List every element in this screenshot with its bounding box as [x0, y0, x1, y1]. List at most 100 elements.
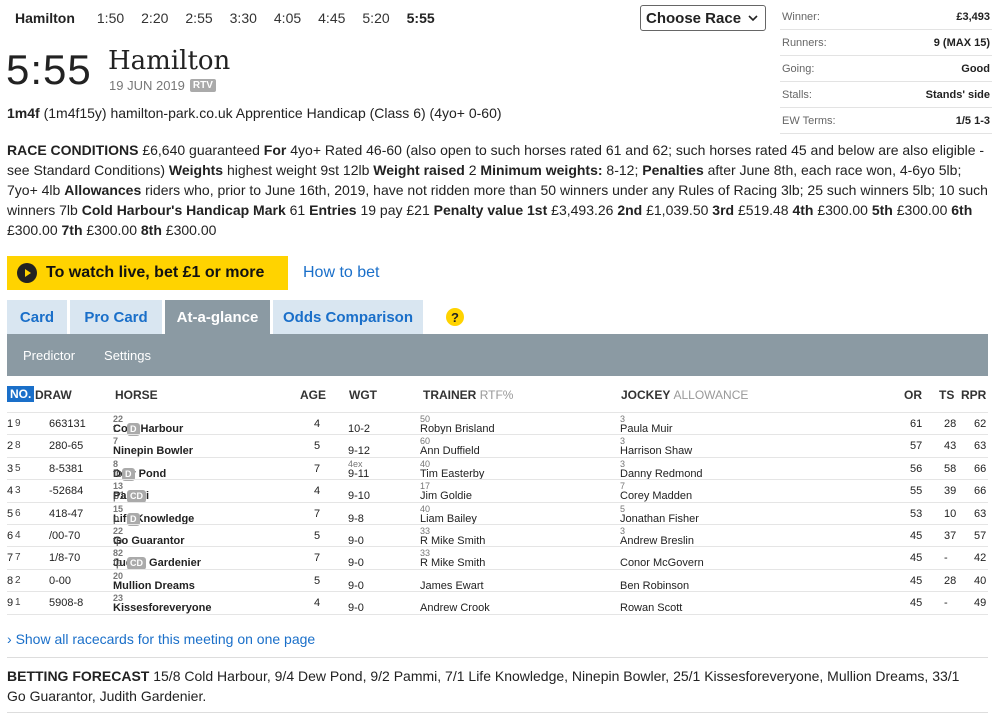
trainer-name[interactable]: Liam Bailey	[420, 513, 477, 525]
table-row[interactable]: 5 6 418-47 Life Knowledge p 15 D 7 9-8 Liam Bai…	[7, 501, 988, 526]
help-icon[interactable]: ?	[446, 308, 464, 326]
jockey-name[interactable]: Corey Madden	[620, 490, 692, 502]
condition-key: Entries	[309, 202, 357, 218]
topspeed-rating: 10	[944, 507, 957, 520]
horse-name[interactable]: Kissesforeveryone	[113, 602, 211, 614]
race-time-link[interactable]: 2:55	[185, 10, 212, 26]
horse-cell: Mullion Dreams 20	[113, 571, 195, 592]
col-horse[interactable]: HORSE	[115, 388, 158, 402]
how-to-bet-link[interactable]: How to bet	[303, 264, 379, 282]
runners-table-header: NO. DRAW HORSE AGE WGT TRAINER RTF% JOCK…	[7, 386, 988, 408]
jockey-name[interactable]: Paula Muir	[620, 423, 673, 435]
jockey-allowance: 3	[620, 458, 626, 469]
jockey-cell: Corey Madden 7	[620, 481, 692, 502]
table-row[interactable]: 6 4/00-70 Go Guarantor tp 22 5 9-0 R Mike Smi…	[7, 523, 988, 547]
horse-name[interactable]: Mullion Dreams	[113, 580, 195, 592]
tab-card[interactable]: Card	[7, 300, 67, 334]
trainer-name[interactable]: Jim Goldie	[420, 490, 472, 502]
table-row[interactable]: 2 8 280-65 Ninepin Bowler 7 5 9-12 Ann Duffiel…	[7, 434, 988, 457]
runner-form: 0-00	[49, 574, 72, 587]
condition-key: 8th	[140, 222, 162, 238]
days-since-run: 22	[113, 525, 124, 536]
tab-pro-card[interactable]: Pro Card	[70, 300, 162, 334]
runner-weight: 9-0	[348, 579, 364, 592]
col-ts[interactable]: TS	[939, 388, 954, 402]
subtab-predictor[interactable]: Predictor	[23, 348, 75, 363]
condition-key: Penalty value 1st	[433, 202, 548, 218]
trainer-name[interactable]: Ann Duffield	[420, 445, 480, 457]
horse-name[interactable]: Go Guarantor	[113, 535, 185, 547]
trainer-name[interactable]: James Ewart	[420, 580, 484, 592]
condition-text: £300.00	[813, 202, 872, 218]
table-row[interactable]: 7 7 1/8-70 Judith Gardenier tp 82 CD 7 9-0 R Mi…	[7, 546, 988, 571]
jockey-name[interactable]: Ben Robinson	[620, 580, 689, 592]
horse-name[interactable]: Life Knowledge	[113, 513, 194, 525]
race-time-link[interactable]: 5:20	[362, 10, 389, 26]
table-row[interactable]: 8 2 0-00 Mullion Dreams 20 5 9-0 James Ewart Be…	[7, 568, 988, 592]
race-time-link[interactable]: 2:20	[141, 10, 168, 26]
jockey-name[interactable]: Harrison Shaw	[620, 445, 692, 457]
race-time-link[interactable]: 5:55	[407, 10, 435, 26]
condition-text: 8-12;	[602, 162, 643, 178]
tab-odds-comparison[interactable]: Odds Comparison	[273, 300, 423, 334]
trainer-name[interactable]: Robyn Brisland	[420, 423, 495, 435]
watch-live-banner[interactable]: To watch live, bet £1 or more	[7, 256, 288, 290]
trainer-name[interactable]: Andrew Crook	[420, 602, 490, 614]
official-rating: 45	[910, 529, 923, 542]
col-jockey[interactable]: JOCKEY ALLOWANCE	[621, 388, 748, 402]
table-row[interactable]: 9 1 5908-8 Kissesforeveryone 23 4 9-0 Andrew C…	[7, 591, 988, 614]
race-time-link[interactable]: 3:30	[230, 10, 257, 26]
table-row[interactable]: 3 5 8-5381 Dew Pond tb 8 D 7 9-11 4ex Tim Easte…	[7, 456, 988, 481]
col-no[interactable]: NO.	[7, 386, 35, 402]
race-time-link[interactable]: 4:05	[274, 10, 301, 26]
jockey-name[interactable]: Jonathan Fisher	[620, 513, 699, 525]
horse-name[interactable]: Cold Harbour	[113, 423, 183, 435]
horse-name[interactable]: Ninepin Bowler	[113, 445, 193, 457]
race-conditions: RACE CONDITIONS £6,640 guaranteed For 4y…	[7, 140, 992, 240]
condition-text: £300.00	[161, 222, 217, 238]
trainer-name[interactable]: R Mike Smith	[420, 535, 485, 547]
runner-weight: 9-10	[348, 490, 371, 503]
jockey-name[interactable]: Andrew Breslin	[620, 535, 694, 547]
runner-weight: 9-8	[348, 512, 364, 525]
col-trainer-sub: RTF%	[479, 388, 514, 402]
official-rating: 45	[910, 597, 923, 610]
runner-draw: 4	[15, 529, 21, 541]
col-age[interactable]: AGE	[300, 388, 326, 402]
runner-number: 3	[7, 462, 14, 475]
trainer-name[interactable]: R Mike Smith	[420, 557, 485, 569]
col-or[interactable]: OR	[904, 388, 922, 402]
rpr-rating: 66	[974, 485, 987, 498]
jockey-name[interactable]: Rowan Scott	[620, 602, 682, 614]
condition-text: £300.00	[892, 202, 952, 218]
rpr-rating: 63	[974, 440, 987, 453]
info-value: 9 (MAX 15)	[933, 36, 990, 49]
col-wgt[interactable]: WGT	[349, 388, 377, 402]
condition-key: For	[263, 142, 287, 158]
jockey-name[interactable]: Danny Redmond	[620, 468, 703, 480]
jockey-name[interactable]: Conor McGovern	[620, 557, 704, 569]
table-row[interactable]: 1 9 663131 Cold Harbour t 22 D 4 10-2 Robyn Bri…	[7, 412, 988, 436]
trainer-name[interactable]: Tim Easterby	[420, 468, 484, 480]
runner-age: 7	[314, 462, 321, 475]
race-time-link[interactable]: 1:50	[97, 10, 124, 26]
days-since-run: 7	[113, 436, 119, 447]
horse-cell: Ninepin Bowler 7	[113, 436, 193, 457]
col-trainer[interactable]: TRAINER RTF%	[423, 388, 513, 402]
show-all-racecards-link[interactable]: › Show all racecards for this meeting on…	[7, 631, 315, 647]
choose-race-dropdown[interactable]: Choose Race	[640, 5, 766, 31]
race-times: 1:50 2:20 2:55 3:30 4:05 4:45 5:20 5:55	[97, 10, 452, 26]
condition-key: 7th	[61, 222, 83, 238]
col-rpr[interactable]: RPR	[961, 388, 986, 402]
weight-cell: 9-11 4ex	[348, 459, 369, 480]
runner-age: 4	[314, 597, 321, 610]
table-row[interactable]: 43-52684Pammi p1 13CD49-10Jim Goldie17Co…	[7, 479, 988, 504]
meeting-name[interactable]: Hamilton	[15, 10, 75, 26]
horse-cell: Judith Gardenier tp 82 CD	[113, 548, 201, 571]
tab-at-a-glance[interactable]: At-a-glance	[165, 300, 270, 334]
race-time-link[interactable]: 4:45	[318, 10, 345, 26]
col-draw[interactable]: DRAW	[35, 388, 72, 402]
runner-draw: 7	[15, 552, 21, 564]
official-rating: 45	[910, 552, 923, 565]
subtab-settings[interactable]: Settings	[104, 348, 151, 363]
